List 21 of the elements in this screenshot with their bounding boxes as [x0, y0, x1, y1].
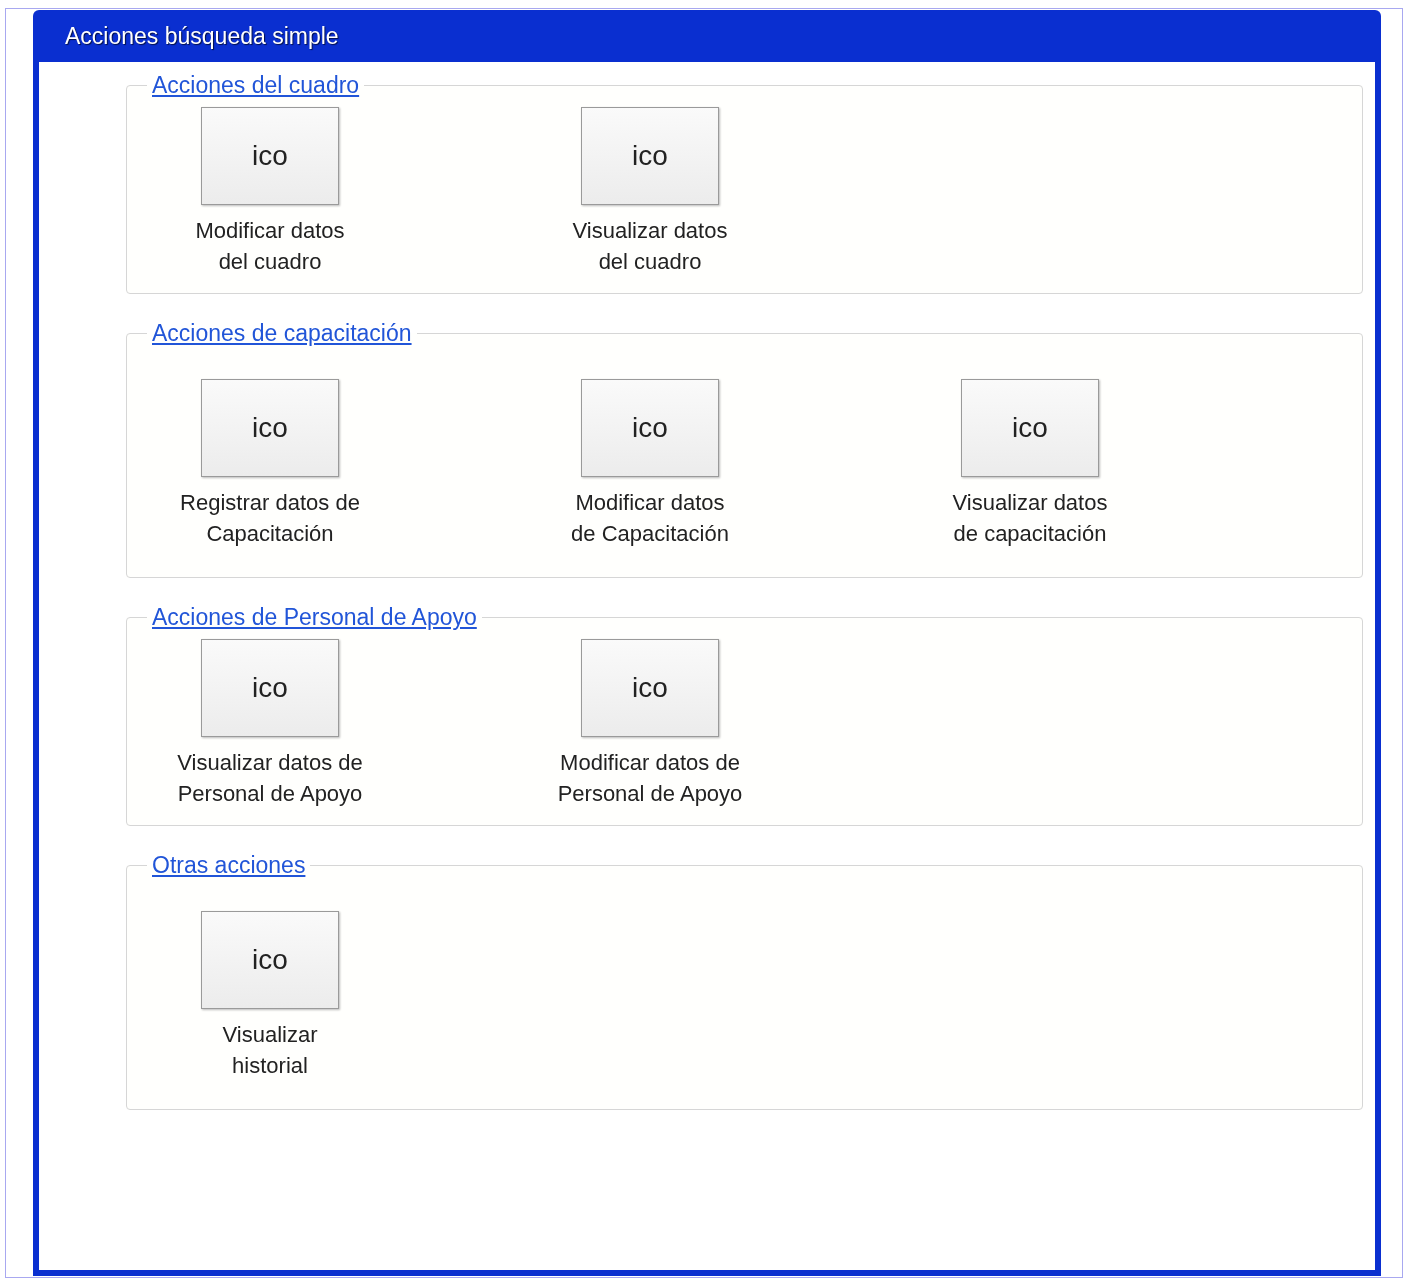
section-link[interactable]: Acciones del cuadro — [148, 72, 364, 98]
action-button[interactable]: ico — [201, 910, 339, 1009]
section-link[interactable]: Acciones de Personal de Apoyo — [148, 604, 481, 630]
window-title: Acciones búsqueda simple — [64, 21, 340, 51]
action-button[interactable]: ico — [961, 378, 1099, 477]
action-label: Visualizar datos de Personal de Apoyo — [177, 748, 363, 808]
action-label: Visualizar datos del cuadro — [572, 216, 728, 276]
action-label: Registrar datos de Capacitación — [180, 488, 360, 548]
action-label: Visualizar datos de capacitación — [952, 488, 1108, 548]
action-button[interactable]: ico — [581, 638, 719, 737]
action-button[interactable]: ico — [201, 638, 339, 737]
action-label: Modificar datos del cuadro — [195, 216, 345, 276]
section-link[interactable]: Acciones de capacitación — [148, 320, 416, 346]
action-button[interactable]: ico — [581, 378, 719, 477]
action-button[interactable]: ico — [201, 378, 339, 477]
action-label: Modificar datos de Personal de Apoyo — [557, 748, 743, 808]
section-link[interactable]: Otras acciones — [148, 852, 310, 878]
action-label: Modificar datos de Capacitación — [571, 488, 729, 548]
action-button[interactable]: ico — [581, 106, 719, 205]
action-label: Visualizar historial — [222, 1020, 318, 1080]
action-button[interactable]: ico — [201, 106, 339, 205]
